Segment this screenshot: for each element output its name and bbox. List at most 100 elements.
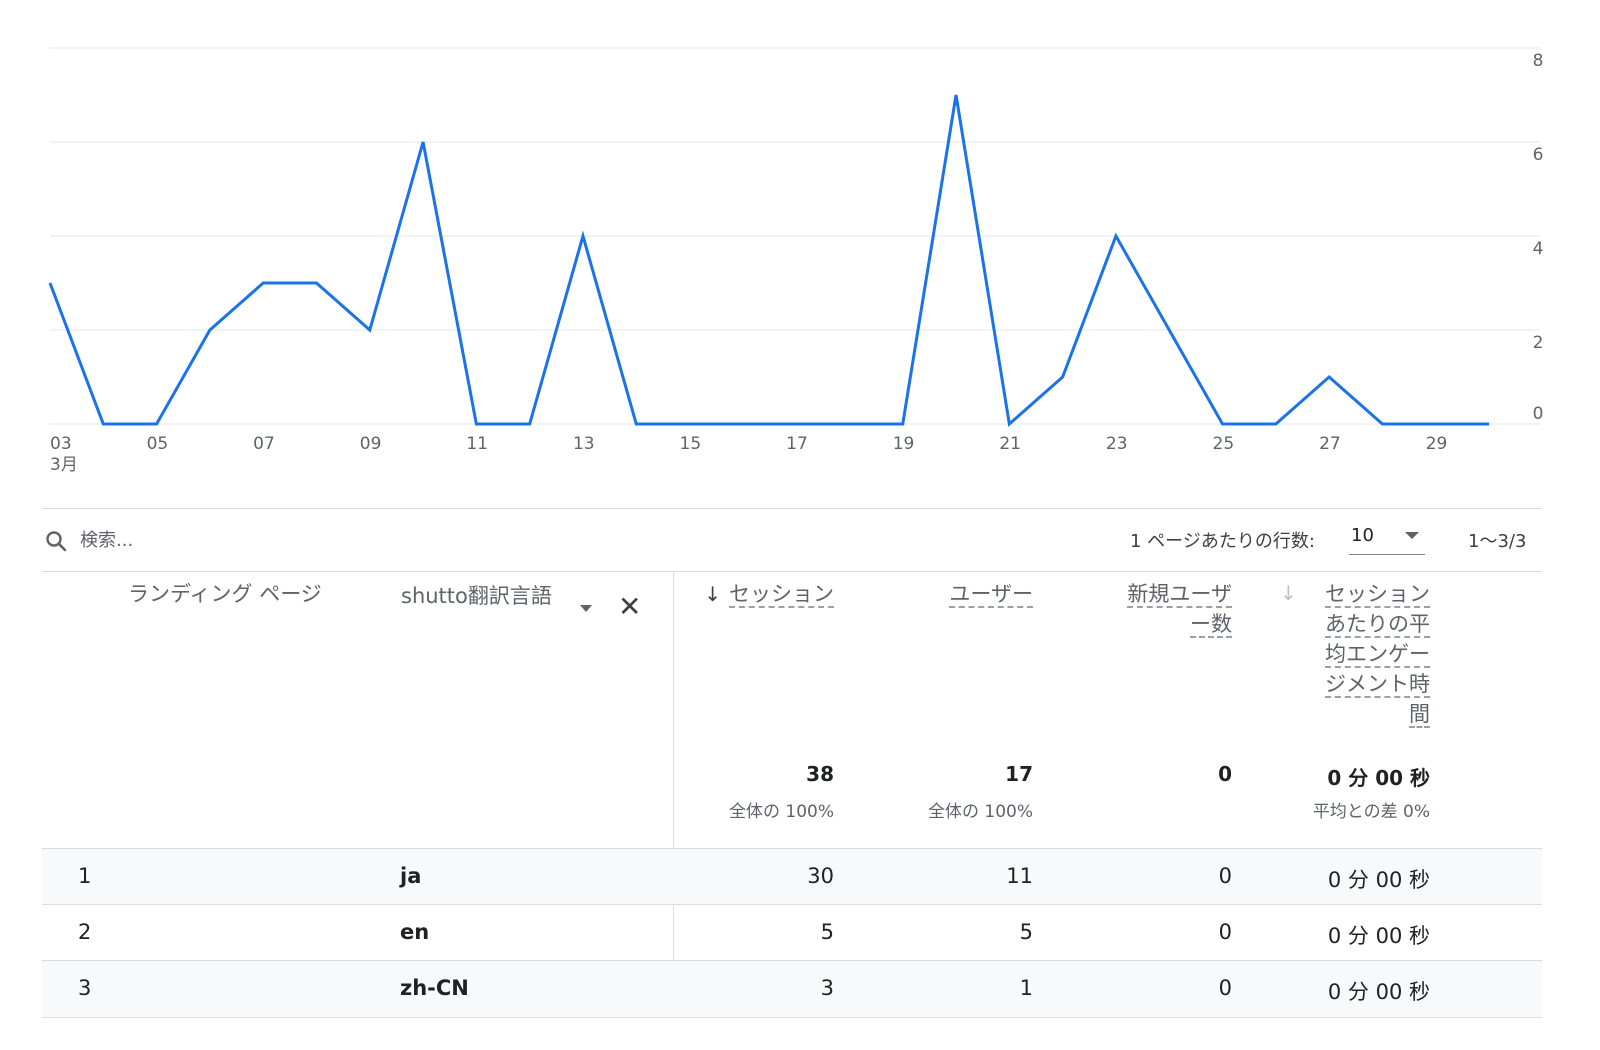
data-point[interactable]	[1483, 418, 1495, 430]
rows-per-page-select[interactable]: 10	[1349, 523, 1425, 555]
avg-engagement-header-line5: 間	[1409, 702, 1430, 728]
x-tick-label: 25	[1213, 434, 1235, 454]
x-month-label: 3月	[50, 455, 78, 475]
x-tick-label: 23	[1106, 434, 1128, 454]
x-tick-label: 17	[786, 434, 808, 454]
data-point[interactable]	[151, 418, 163, 430]
data-point[interactable]	[737, 418, 749, 430]
y-tick-label: 2	[1533, 333, 1544, 353]
y-tick-label: 0	[1533, 404, 1544, 424]
x-tick-label: 29	[1426, 434, 1448, 454]
row-users: 11	[1006, 864, 1033, 888]
data-point[interactable]	[630, 418, 642, 430]
x-tick-label: 07	[253, 434, 275, 454]
data-point[interactable]	[684, 418, 696, 430]
row-sessions: 3	[820, 976, 834, 1000]
table-row[interactable]: 3 zh-CN 3 1 0 0 分 00 秒	[42, 961, 1542, 1017]
data-point[interactable]	[310, 277, 322, 289]
rows-per-page-value: 10	[1351, 525, 1374, 546]
row-users: 5	[1019, 920, 1033, 944]
data-point[interactable]	[790, 418, 802, 430]
avg-engagement-diff: 平均との差 0%	[1312, 802, 1430, 822]
x-tick-label: 09	[360, 434, 382, 454]
data-point[interactable]	[1323, 371, 1335, 383]
data-point[interactable]	[577, 230, 589, 242]
total-users: 17	[1005, 762, 1033, 786]
table-row[interactable]: 2 en 5 5 0 0 分 00 秒	[42, 905, 1542, 961]
new-users-header-line2: ー数	[1190, 612, 1232, 638]
users-header[interactable]: ユーザー	[902, 579, 1033, 609]
series-line	[48, 94, 1489, 427]
row-language: en	[400, 920, 430, 944]
sessions-header[interactable]: ↓ セッション	[682, 579, 834, 609]
row-avg-engagement: 0 分 00 秒	[1327, 980, 1430, 1004]
language-dimension-header[interactable]: shutto翻訳言語	[401, 581, 552, 611]
row-index: 2	[78, 920, 92, 944]
dimension-dropdown-caret-icon[interactable]	[580, 605, 592, 612]
row-users: 1	[1019, 976, 1033, 1000]
row-index: 3	[78, 976, 92, 1000]
data-point[interactable]	[470, 418, 482, 430]
data-point[interactable]	[950, 89, 962, 101]
x-tick-label: 19	[893, 434, 915, 454]
row-language: zh-CN	[400, 976, 469, 1000]
total-avg-engagement: 0 分 00 秒	[1327, 766, 1430, 790]
y-tick-label: 8	[1533, 51, 1544, 71]
avg-engagement-header-line2: あたりの平	[1325, 612, 1430, 638]
x-tick-label: 13	[573, 434, 595, 454]
data-point[interactable]	[843, 418, 855, 430]
x-tick-label: 05	[147, 434, 169, 454]
pagination-range: 1〜3/3	[1468, 531, 1527, 552]
data-point[interactable]	[1217, 418, 1229, 430]
x-tick-label: 11	[466, 434, 488, 454]
table-top-border	[42, 571, 1542, 572]
data-point[interactable]	[1376, 418, 1388, 430]
data-point[interactable]	[524, 418, 536, 430]
dropdown-caret-icon	[1405, 532, 1419, 539]
sort-arrow-icon: ↓	[704, 582, 721, 606]
x-tick-label: 27	[1319, 434, 1341, 454]
data-point[interactable]	[1163, 324, 1175, 336]
data-point[interactable]	[1003, 418, 1015, 430]
data-point[interactable]	[417, 136, 429, 148]
avg-engagement-header-line1: セッション	[1325, 582, 1430, 608]
sessions-header-label: セッション	[729, 582, 834, 608]
chart-gridlines	[50, 47, 1540, 425]
data-point[interactable]	[364, 324, 376, 336]
data-point[interactable]	[257, 277, 269, 289]
row-new-users: 0	[1218, 976, 1232, 1000]
data-point[interactable]	[1270, 418, 1282, 430]
search-input[interactable]	[80, 525, 380, 555]
users-header-label: ユーザー	[949, 582, 1033, 608]
x-tick-label: 03	[50, 434, 72, 454]
new-users-header[interactable]: 新規ユーザ ー数	[1082, 579, 1232, 639]
new-users-header-line1: 新規ユーザ	[1127, 582, 1232, 608]
remove-dimension-close-icon[interactable]: ✕	[618, 593, 641, 621]
data-point[interactable]	[1430, 418, 1442, 430]
row-language: ja	[400, 864, 422, 888]
avg-engagement-header-line4: ジメント時	[1325, 672, 1430, 698]
rows-per-page-label: 1 ページあたりの行数:	[1130, 531, 1315, 552]
row-new-users: 0	[1218, 920, 1232, 944]
sessions-line-chart: 0 2 4 6 8 03 05 07 09 11 13 15 17 19 21 23 25 27 29 3月	[44, 47, 1544, 475]
row-sessions: 30	[807, 864, 834, 888]
avg-engagement-header[interactable]: セッション あたりの平 均エンゲー ジメント時 間	[1282, 579, 1430, 729]
data-point[interactable]	[897, 418, 909, 430]
y-tick-label: 4	[1533, 239, 1544, 259]
y-tick-label: 6	[1533, 145, 1544, 165]
search-icon[interactable]	[44, 529, 68, 553]
data-point[interactable]	[44, 277, 56, 289]
total-sessions-percent: 全体の 100%	[728, 802, 834, 822]
data-point[interactable]	[1110, 230, 1122, 242]
chart-y-axis: 0 2 4 6 8	[1533, 51, 1544, 424]
chart-series	[44, 89, 1495, 430]
row-avg-engagement: 0 分 00 秒	[1327, 868, 1430, 892]
total-sessions: 38	[806, 762, 834, 786]
landing-page-header[interactable]: ランディング ページ	[128, 579, 322, 609]
data-point[interactable]	[1057, 371, 1069, 383]
x-tick-label: 15	[680, 434, 702, 454]
data-point[interactable]	[97, 418, 109, 430]
data-point[interactable]	[204, 324, 216, 336]
table-row[interactable]: 1 ja 30 11 0 0 分 00 秒	[42, 849, 1542, 905]
row-sessions: 5	[820, 920, 834, 944]
